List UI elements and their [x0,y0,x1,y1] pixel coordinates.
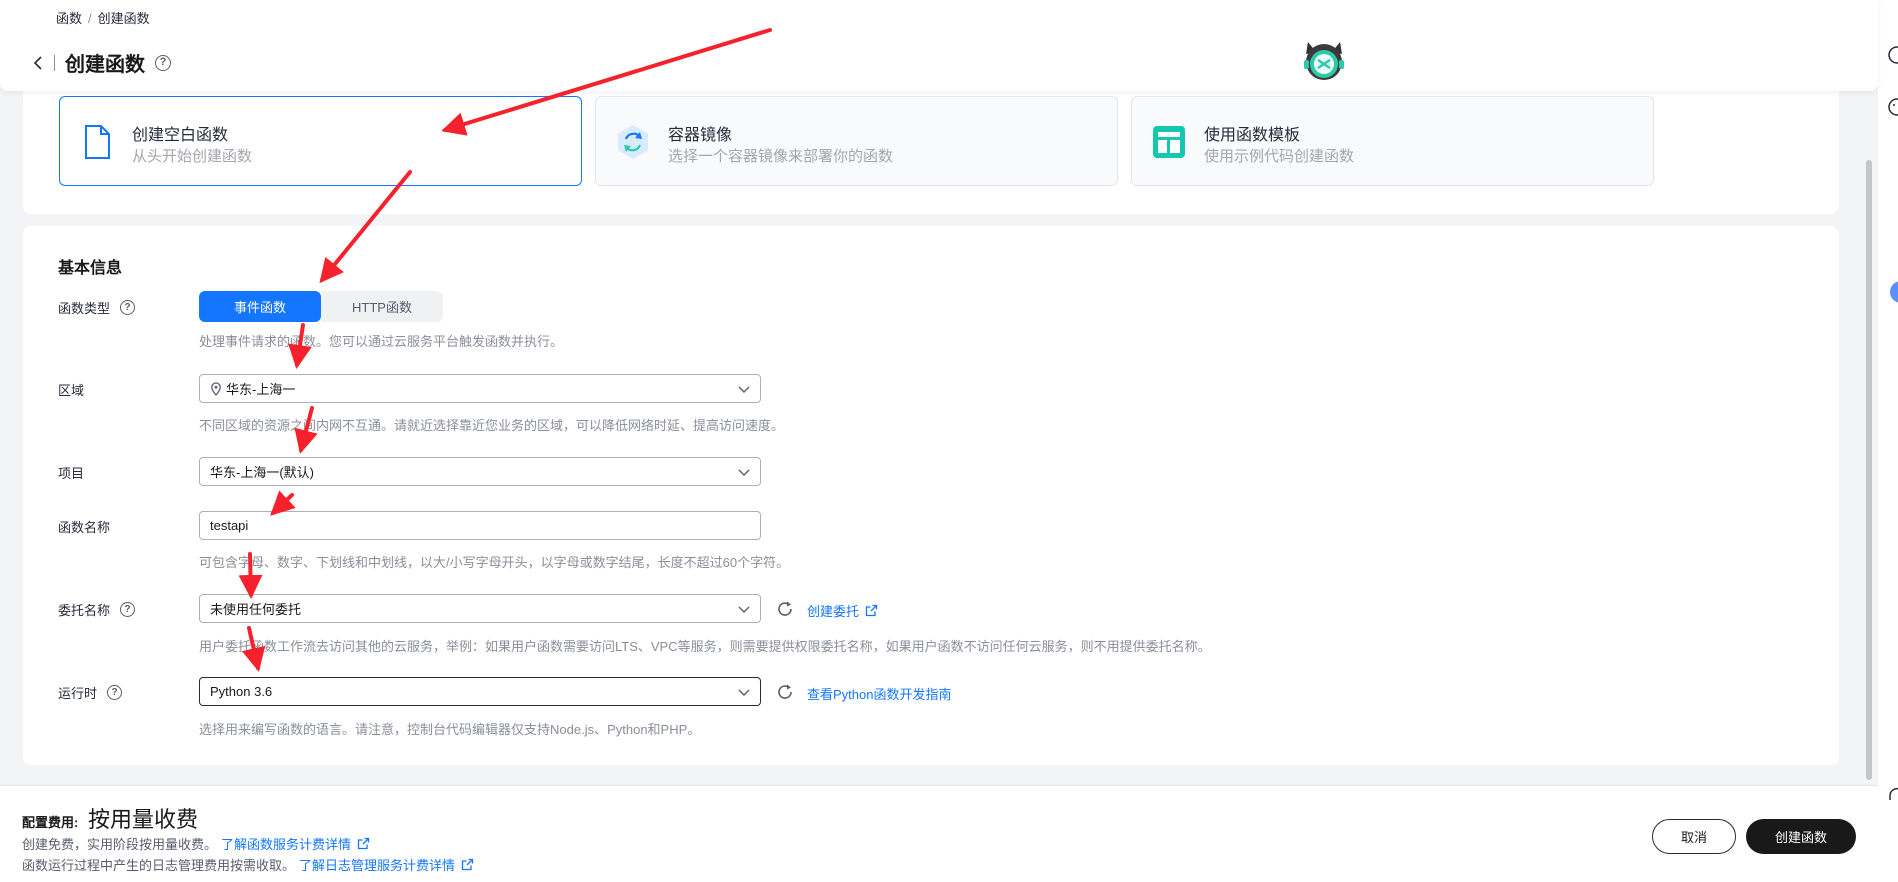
back-button[interactable] [30,52,46,74]
agency-hint: 用户委托函数工作流去访问其他的云服务，举例：如果用户函数需要访问LTS、VPC等… [199,639,1211,654]
scrollbar-thumb[interactable] [1866,160,1872,780]
runtime-value: Python 3.6 [210,684,273,699]
assistant-mascot-icon[interactable] [1300,36,1348,84]
create-agency-link[interactable]: 创建委托 [807,601,878,620]
agency-value: 未使用任何委托 [210,602,302,617]
project-label: 项目 [58,466,85,481]
agency-select[interactable]: 未使用任何委托 [199,594,761,623]
card-desc: 从头开始创建函数 [132,148,253,165]
function-name-hint: 可包含字母、数字、下划线和中划线，以大/小写字母开头，以字母或数字结尾，长度不超… [199,555,790,570]
right-toolbar [1878,0,1898,882]
card-function-template[interactable]: 使用函数模板 使用示例代码创建函数 [1131,96,1654,186]
function-name-label: 函数名称 [58,520,111,535]
refresh-icon[interactable] [776,683,794,701]
card-container-image[interactable]: 容器镜像 选择一个容器镜像来部署你的函数 [595,96,1118,186]
function-name-input[interactable]: testapi [199,511,761,540]
section-title: 基本信息 [58,260,123,277]
fee-line-1: 创建免费，实用阶段按用量收费。 了解函数服务计费详情 [22,834,370,853]
page-header: 函数 / 创建函数 创建函数 ? [0,0,1878,91]
help-icon[interactable]: ? [107,685,123,700]
option-http-function[interactable]: HTTP函数 [321,291,443,322]
runtime-hint: 选择用来编写函数的语言。请注意，控制台代码编辑器仅支持Node.js、Pytho… [199,722,701,737]
card-blank-function[interactable]: 创建空白函数 从头开始创建函数 [59,96,582,186]
divider [54,54,55,71]
template-icon [1153,126,1185,158]
footer-bar: 配置费用: 按用量收费 创建免费，实用阶段按用量收费。 了解函数服务计费详情 函… [0,785,1878,882]
log-billing-link[interactable]: 了解日志管理服务计费详情 [299,855,455,874]
breadcrumb: 函数 / 创建函数 [56,8,150,27]
help-icon[interactable]: ? [155,54,171,71]
python-guide-link[interactable]: 查看Python函数开发指南 [807,684,951,703]
runtime-label: 运行时 ? [58,683,123,702]
project-select[interactable]: 华东-上海一(默认) [199,457,761,486]
container-icon [618,125,648,159]
region-value: 华东-上海一 [226,382,296,397]
external-link-icon [865,604,878,617]
function-type-hint: 处理事件请求的函数。您可以通过云服务平台触发函数并执行。 [199,334,564,349]
basic-info-panel: 基本信息 函数类型 ? 事件函数 HTTP函数 处理事件请求的函数。您可以通过云… [23,226,1839,765]
float-assistant-icon[interactable] [1887,280,1898,304]
headset-icon[interactable] [1887,786,1898,804]
breadcrumb-parent-link[interactable]: 函数 [56,11,82,26]
create-function-button[interactable]: 创建函数 [1746,819,1856,854]
smile-icon[interactable] [1887,98,1898,116]
function-type-label: 函数类型 ? [58,298,136,317]
chevron-down-icon [738,469,750,476]
fee-label: 配置费用: [22,815,79,830]
agency-label: 委托名称 ? [58,600,136,619]
project-value: 华东-上海一(默认) [210,465,314,480]
cancel-button[interactable]: 取消 [1652,819,1736,854]
external-link-icon [461,858,474,871]
billing-details-link[interactable]: 了解函数服务计费详情 [221,834,351,853]
help-icon[interactable] [1887,46,1898,64]
chevron-left-icon [33,55,42,70]
function-name-value: testapi [210,518,249,533]
creation-mode-panel: 创建空白函数 从头开始创建函数 容器镜像 选择一个容器镜像来部署你的函数 使用函… [23,80,1839,214]
card-title: 使用函数模板 [1204,127,1301,144]
option-event-function[interactable]: 事件函数 [199,291,321,322]
card-desc: 选择一个容器镜像来部署你的函数 [668,148,894,165]
function-type-toggle: 事件函数 HTTP函数 [199,291,443,322]
fee-value: 按用量收费 [88,807,199,832]
page-title: 创建函数 [65,54,145,76]
region-hint: 不同区域的资源之间内网不互通。请就近选择靠近您业务的区域，可以降低网络时延、提高… [199,418,785,433]
card-desc: 使用示例代码创建函数 [1204,148,1355,165]
location-pin-icon [211,381,221,396]
refresh-icon[interactable] [776,600,794,618]
card-title: 创建空白函数 [132,127,229,144]
help-icon[interactable]: ? [120,602,136,617]
external-link-icon [357,837,370,850]
breadcrumb-current: 创建函数 [97,11,150,26]
help-icon[interactable]: ? [120,300,136,315]
chevron-down-icon [738,689,750,696]
region-select[interactable]: 华东-上海一 [199,374,761,403]
region-label: 区域 [58,383,85,398]
file-icon [85,125,110,159]
card-title: 容器镜像 [668,127,733,144]
fee-line-2: 函数运行过程中产生的日志管理费用按需收取。 了解日志管理服务计费详情 [22,855,474,874]
chevron-down-icon [738,386,750,393]
chevron-down-icon [738,606,750,613]
runtime-select[interactable]: Python 3.6 [199,677,761,706]
breadcrumb-separator: / [88,11,92,26]
